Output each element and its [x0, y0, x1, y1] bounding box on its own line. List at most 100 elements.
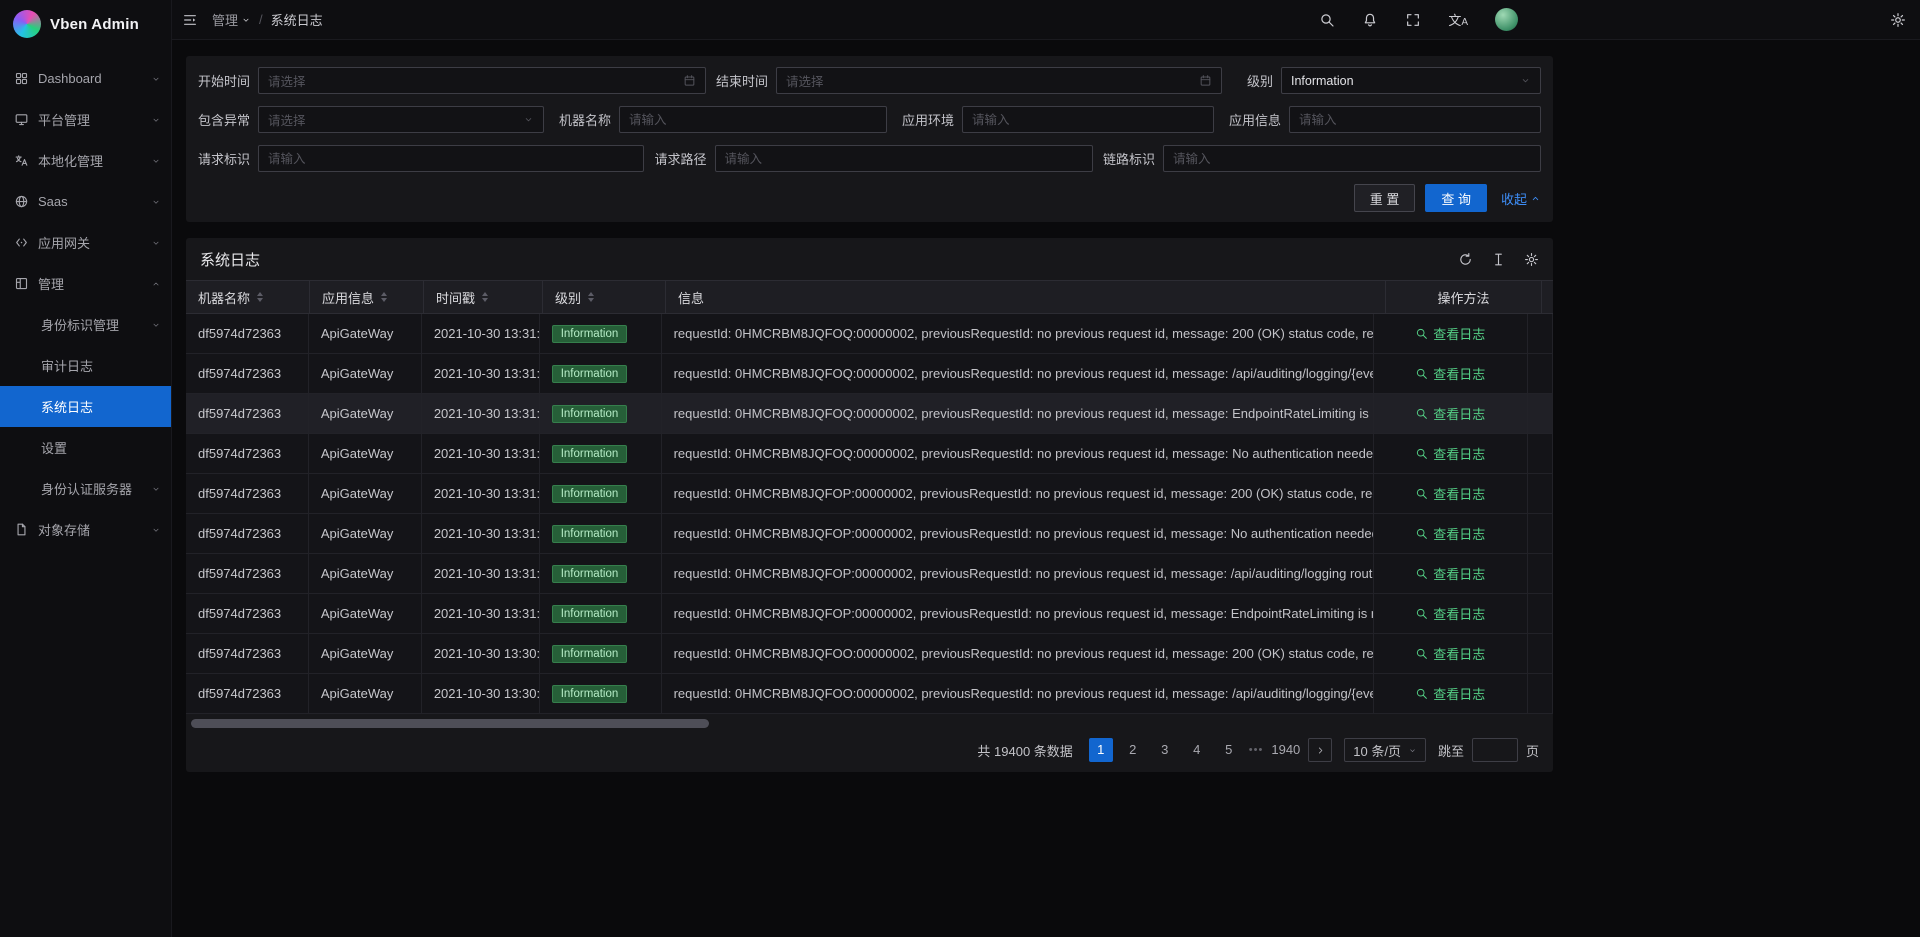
dashboard-icon — [14, 71, 29, 86]
page-button-3[interactable]: 3 — [1153, 738, 1177, 762]
pagination-ellipsis[interactable]: ••• — [1249, 744, 1264, 756]
sidebar-item-app-gateway[interactable]: 应用网关 — [0, 222, 171, 263]
table-settings-icon[interactable] — [1524, 252, 1539, 267]
table-card-header: 系统日志 — [186, 238, 1553, 280]
page-button-5[interactable]: 5 — [1217, 738, 1241, 762]
table-row: df5974d72363ApiGateWay2021-10-30 13:31:3… — [186, 474, 1553, 514]
horizontal-scrollbar[interactable] — [189, 719, 1550, 728]
search-icon[interactable] — [1319, 12, 1335, 28]
view-log-link[interactable]: 查看日志 — [1415, 644, 1485, 663]
row-filler — [1528, 634, 1553, 673]
bell-icon[interactable] — [1362, 12, 1378, 28]
header: 管理 / 系统日志 文A — [172, 0, 1920, 40]
filter-label-request-id: 请求标识 — [198, 149, 250, 168]
sort-icon[interactable] — [482, 292, 488, 302]
filter-app-environment-input[interactable] — [962, 106, 1214, 133]
filter-request-path-input[interactable] — [715, 145, 1093, 172]
jump-page-input[interactable] — [1472, 738, 1518, 762]
filter-end-time-picker[interactable]: 请选择 — [776, 67, 1222, 94]
cell-machine-name: df5974d72363 — [186, 434, 309, 473]
view-log-link[interactable]: 查看日志 — [1415, 404, 1485, 423]
table-row: df5974d72363ApiGateWay2021-10-30 13:31:3… — [186, 594, 1553, 634]
settings-gear-icon[interactable] — [1890, 12, 1906, 28]
sidebar-item-label: 对象存储 — [38, 520, 151, 539]
sidebar-item-localization[interactable]: 本地化管理 — [0, 140, 171, 181]
table-row: df5974d72363ApiGateWay2021-10-30 13:31:3… — [186, 514, 1553, 554]
filter-machine-name-input[interactable] — [619, 106, 887, 133]
page-button-2[interactable]: 2 — [1121, 738, 1145, 762]
view-log-link[interactable]: 查看日志 — [1415, 684, 1485, 703]
sidebar-item-saas[interactable]: Saas — [0, 181, 171, 222]
cell-actions: 查看日志 — [1374, 354, 1528, 393]
sort-icon[interactable] — [381, 292, 387, 302]
sidebar-item-identity-management[interactable]: 身份标识管理 — [0, 304, 171, 345]
filter-start-time-picker[interactable]: 请选择 — [258, 67, 706, 94]
view-log-link[interactable]: 查看日志 — [1415, 484, 1485, 503]
filter-include-exception-select[interactable]: 请选择 — [258, 106, 544, 133]
log-table-card: 系统日志 机器名称应用信息时间戳级别信息操作方法 df5974d72363Api… — [186, 238, 1553, 772]
collapse-link[interactable]: 收起 — [1501, 189, 1541, 208]
search-button[interactable]: 查 询 — [1425, 184, 1487, 212]
sidebar-item-platform[interactable]: 平台管理 — [0, 99, 171, 140]
filter-label-trace-id: 链路标识 — [1103, 149, 1155, 168]
row-filler — [1528, 394, 1553, 433]
translate-icon[interactable]: 文A — [1448, 10, 1468, 29]
next-page-button[interactable] — [1308, 738, 1332, 762]
breadcrumb-parent[interactable]: 管理 — [212, 10, 251, 29]
cell-actions: 查看日志 — [1374, 674, 1528, 713]
level-badge: Information — [552, 605, 628, 623]
view-log-link[interactable]: 查看日志 — [1415, 604, 1485, 623]
cell-message: requestId: 0HMCRBM8JQFOQ:00000002, previ… — [662, 434, 1374, 473]
column-header-timestamp[interactable]: 时间戳 — [424, 281, 543, 313]
filter-request-id-input[interactable] — [258, 145, 644, 172]
sidebar-item-admin[interactable]: 管理 — [0, 263, 171, 304]
sidebar-item-auth-server[interactable]: 身份认证服务器 — [0, 468, 171, 509]
column-header-machine-name[interactable]: 机器名称 — [186, 281, 310, 313]
cell-actions: 查看日志 — [1374, 434, 1528, 473]
page-size-select[interactable]: 10 条/页 — [1344, 738, 1426, 762]
cell-timestamp: 2021-10-30 13:30:44 — [422, 634, 540, 673]
cell-level: Information — [540, 674, 662, 713]
sidebar-item-system-logs[interactable]: 系统日志 — [0, 386, 171, 427]
cell-timestamp: 2021-10-30 13:31:36 — [422, 514, 540, 553]
platform-icon — [14, 112, 29, 127]
sidebar-item-label: 系统日志 — [41, 397, 161, 416]
cell-message: requestId: 0HMCRBM8JQFOO:00000002, previ… — [662, 634, 1374, 673]
column-height-icon[interactable] — [1491, 252, 1506, 267]
filter-label-end-time: 结束时间 — [716, 71, 768, 90]
row-filler — [1528, 674, 1553, 713]
storage-icon — [14, 522, 29, 537]
header-actions: 文A — [1319, 8, 1518, 31]
sidebar-item-dashboard[interactable]: Dashboard — [0, 58, 171, 99]
menu-fold-icon[interactable] — [182, 12, 198, 28]
app-logo[interactable]: Vben Admin — [0, 0, 171, 48]
page-button-4[interactable]: 4 — [1185, 738, 1209, 762]
view-log-link[interactable]: 查看日志 — [1415, 324, 1485, 343]
view-log-link[interactable]: 查看日志 — [1415, 524, 1485, 543]
chevron-down-icon — [1408, 746, 1417, 755]
page-button-1[interactable]: 1 — [1089, 738, 1113, 762]
filter-trace-id-input[interactable] — [1163, 145, 1541, 172]
filter-row-2: 包含异常请选择机器名称应用环境应用信息 — [198, 106, 1541, 133]
table-row: df5974d72363ApiGateWay2021-10-30 13:30:4… — [186, 674, 1553, 714]
sort-icon[interactable] — [588, 292, 594, 302]
sidebar-item-audit-logs[interactable]: 审计日志 — [0, 345, 171, 386]
refresh-icon[interactable] — [1458, 252, 1473, 267]
column-header-app-info[interactable]: 应用信息 — [310, 281, 424, 313]
avatar[interactable] — [1495, 8, 1518, 31]
sidebar-item-object-storage[interactable]: 对象存储 — [0, 509, 171, 550]
filter-app-info-input[interactable] — [1289, 106, 1541, 133]
sort-icon[interactable] — [257, 292, 263, 302]
page-button-1940[interactable]: 1940 — [1271, 738, 1300, 762]
fullscreen-icon[interactable] — [1405, 12, 1421, 28]
sidebar-item-settings[interactable]: 设置 — [0, 427, 171, 468]
reset-button[interactable]: 重 置 — [1354, 184, 1416, 212]
view-log-link[interactable]: 查看日志 — [1415, 444, 1485, 463]
filter-level-select[interactable]: Information — [1281, 67, 1541, 94]
scrollbar-thumb[interactable] — [191, 719, 709, 728]
view-log-link[interactable]: 查看日志 — [1415, 364, 1485, 383]
view-log-link[interactable]: 查看日志 — [1415, 564, 1485, 583]
row-filler — [1528, 594, 1553, 633]
sidebar-item-label: 身份认证服务器 — [41, 479, 151, 498]
column-header-level[interactable]: 级别 — [543, 281, 666, 313]
